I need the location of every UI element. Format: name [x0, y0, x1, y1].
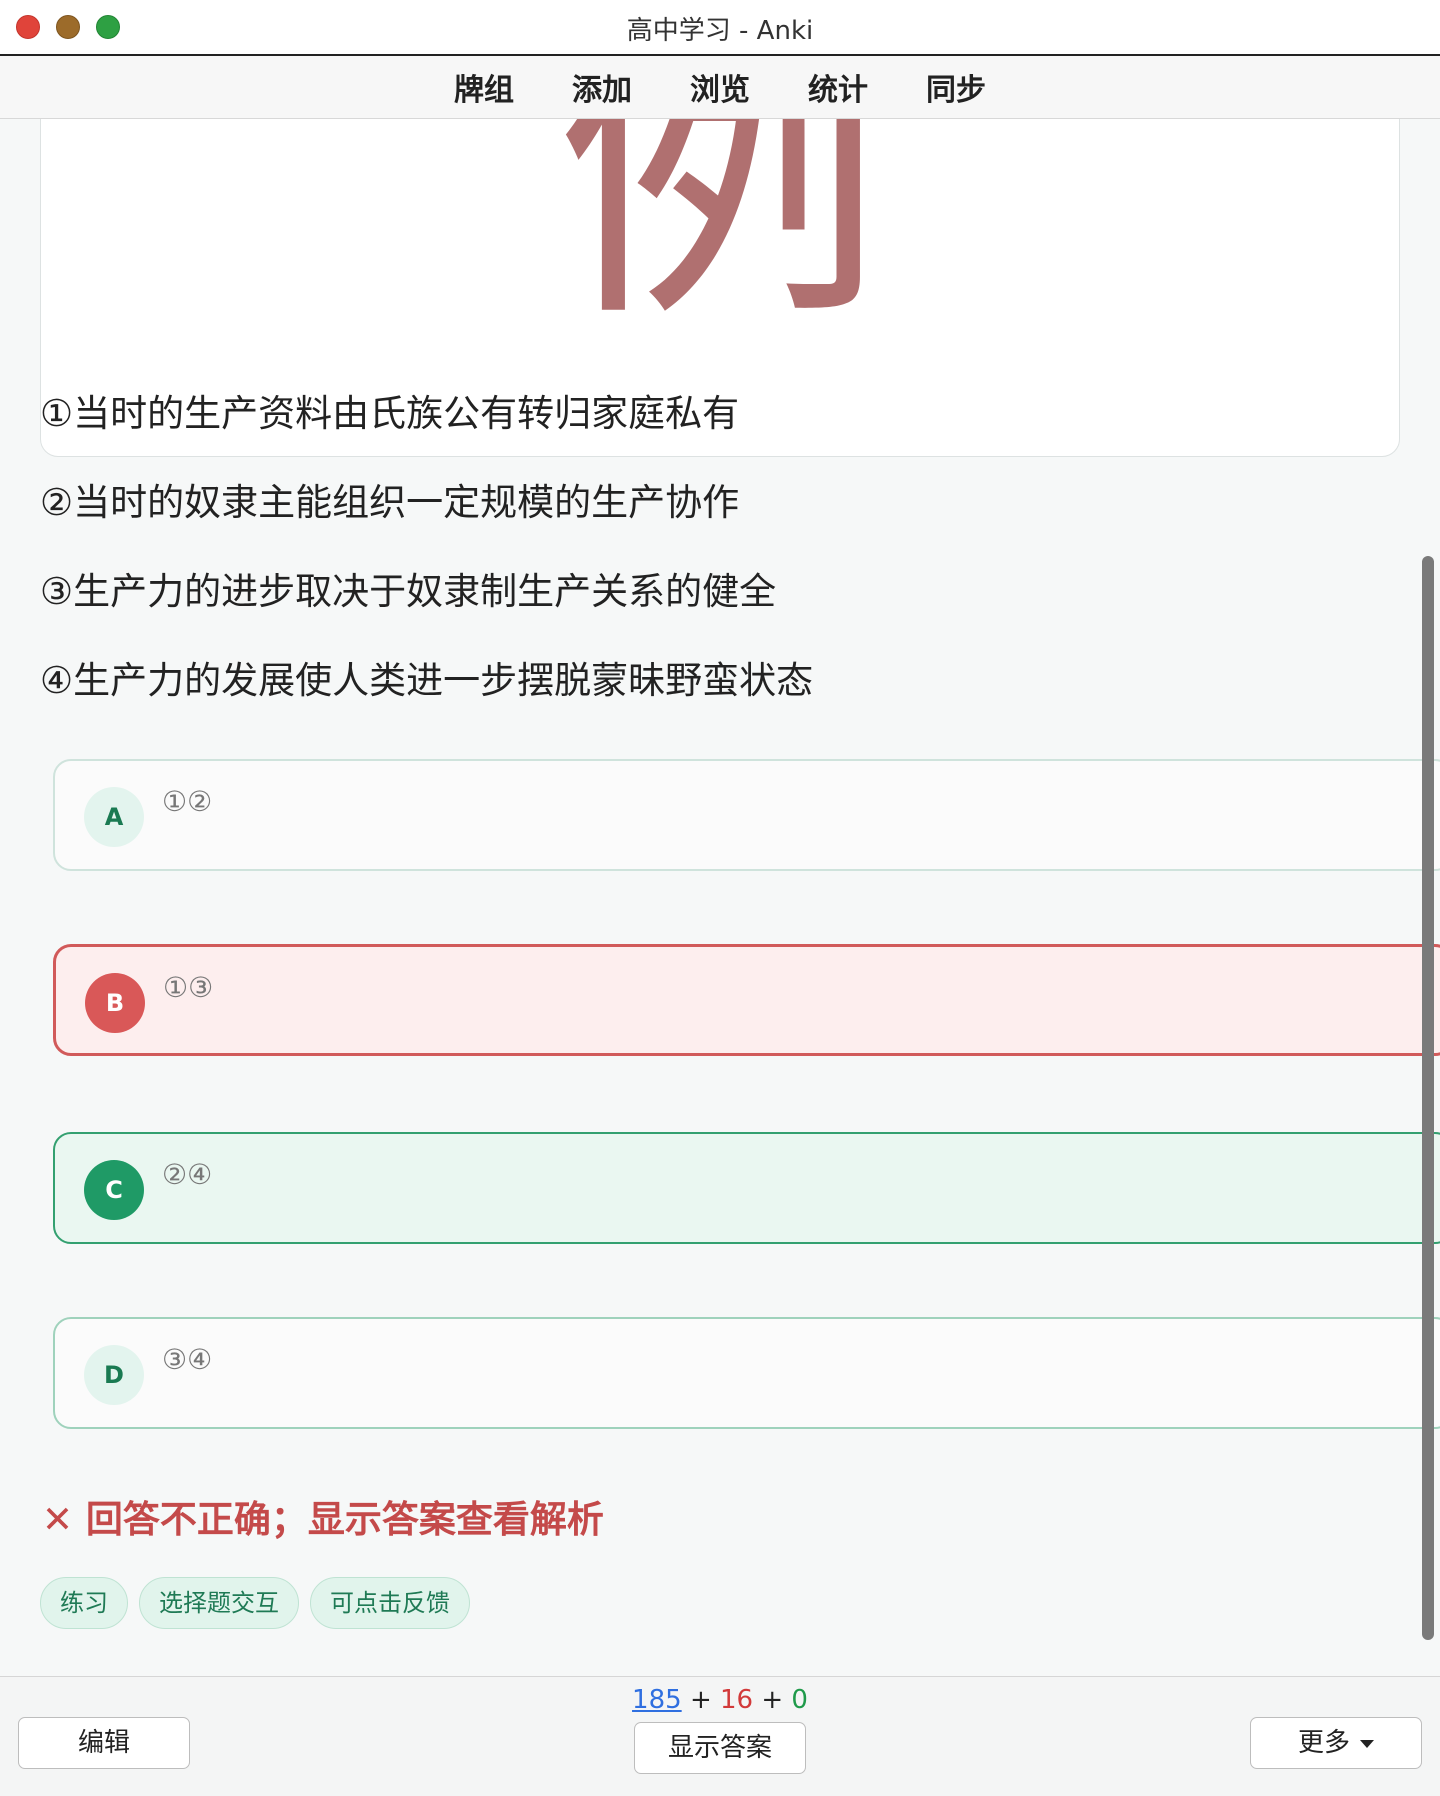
- option-a-text: ①②: [162, 785, 213, 818]
- statement-2: ②当时的奴隶主能组织一定规模的生产协作: [40, 481, 740, 524]
- tag-practice: 练习: [40, 1577, 128, 1629]
- new-count[interactable]: 185: [632, 1685, 682, 1715]
- more-button[interactable]: 更多: [1250, 1717, 1422, 1769]
- option-d-badge: D: [84, 1345, 144, 1405]
- tag-list: 练习 选择题交互 可点击反馈: [40, 1577, 470, 1629]
- menu-sync[interactable]: 同步: [926, 65, 986, 109]
- review-count: 0: [791, 1685, 808, 1715]
- option-d[interactable]: D ③④: [53, 1317, 1440, 1429]
- learning-count: 16: [720, 1685, 754, 1715]
- option-c-badge: C: [84, 1160, 144, 1220]
- window-title: 高中学习 - Anki: [626, 16, 814, 46]
- menu-add[interactable]: 添加: [572, 65, 632, 109]
- edit-button[interactable]: 编辑: [18, 1717, 190, 1769]
- vertical-scrollbar[interactable]: [1422, 556, 1434, 1640]
- bottom-bar: 185 + 16 + 0 编辑 显示答案 更多: [0, 1676, 1440, 1796]
- menu-decks[interactable]: 牌组: [454, 65, 514, 109]
- option-c-text: ②④: [162, 1158, 213, 1191]
- card-content: 例 ①当时的生产资料由氏族公有转归家庭私有 ②当时的奴隶主能组织一定规模的生产协…: [0, 119, 1440, 1676]
- option-b[interactable]: B ①③: [53, 944, 1440, 1056]
- title-bar: 高中学习 - Anki: [0, 0, 1440, 56]
- option-d-text: ③④: [162, 1343, 213, 1376]
- more-button-label: 更多: [1297, 1728, 1350, 1758]
- statements-list: ①当时的生产资料由氏族公有转归家庭私有 ②当时的奴隶主能组织一定规模的生产协作 …: [40, 369, 813, 725]
- option-a-badge: A: [84, 787, 144, 847]
- count-separator: +: [761, 1685, 784, 1715]
- menu-stats[interactable]: 统计: [808, 65, 868, 109]
- option-a[interactable]: A ①②: [53, 759, 1440, 871]
- count-separator: +: [689, 1685, 712, 1715]
- option-b-text: ①③: [163, 971, 214, 1004]
- tag-choice-interaction: 选择题交互: [139, 1577, 299, 1629]
- top-menu: 牌组 添加 浏览 统计 同步: [0, 56, 1440, 119]
- menu-browse[interactable]: 浏览: [690, 65, 750, 109]
- statement-1: ①当时的生产资料由氏族公有转归家庭私有: [40, 392, 740, 435]
- show-answer-button[interactable]: 显示答案: [634, 1722, 806, 1774]
- anki-window: 高中学习 - Anki 牌组 添加 浏览 统计 同步 例 ①当时的生产资料由氏族…: [0, 0, 1440, 1796]
- statement-4: ④生产力的发展使人类进一步摆脱蒙昧野蛮状态: [40, 659, 814, 702]
- tag-click-feedback: 可点击反馈: [310, 1577, 470, 1629]
- option-c[interactable]: C ②④: [53, 1132, 1440, 1244]
- statement-3: ③生产力的进步取决于奴隶制生产关系的健全: [40, 570, 777, 613]
- option-b-badge: B: [85, 973, 145, 1033]
- due-counts: 185 + 16 + 0: [0, 1685, 1440, 1715]
- caret-down-icon: [1360, 1739, 1374, 1748]
- answer-feedback: ✕ 回答不正确；显示答案查看解析: [42, 1498, 604, 1541]
- example-character: 例: [555, 119, 885, 362]
